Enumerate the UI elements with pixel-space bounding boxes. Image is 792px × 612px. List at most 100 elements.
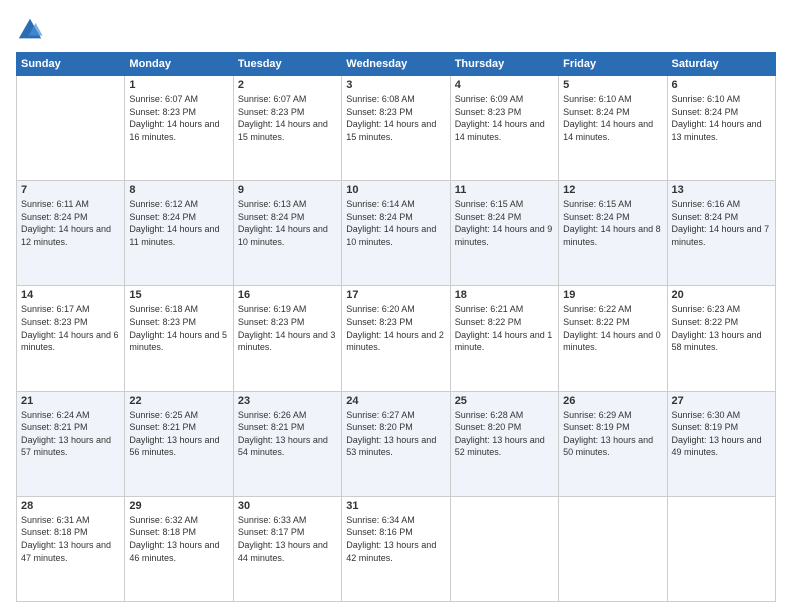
day-number: 8: [129, 184, 228, 196]
sunset-label: Sunset: 8:24 PM: [346, 212, 413, 222]
day-number: 16: [238, 289, 337, 301]
day-number: 4: [455, 79, 554, 91]
day-info: Sunrise: 6:26 AM Sunset: 8:21 PM Dayligh…: [238, 409, 337, 459]
daylight-label: Daylight: 13 hours and 58 minutes.: [672, 330, 762, 353]
day-number: 23: [238, 395, 337, 407]
day-info: Sunrise: 6:31 AM Sunset: 8:18 PM Dayligh…: [21, 514, 120, 564]
sunrise-label: Sunrise: 6:34 AM: [346, 515, 415, 525]
daylight-label: Daylight: 14 hours and 0 minutes.: [563, 330, 661, 353]
sunset-label: Sunset: 8:22 PM: [672, 317, 739, 327]
sunset-label: Sunset: 8:24 PM: [238, 212, 305, 222]
sunset-label: Sunset: 8:23 PM: [346, 317, 413, 327]
sunrise-label: Sunrise: 6:17 AM: [21, 304, 90, 314]
day-info: Sunrise: 6:24 AM Sunset: 8:21 PM Dayligh…: [21, 409, 120, 459]
day-info: Sunrise: 6:12 AM Sunset: 8:24 PM Dayligh…: [129, 198, 228, 248]
sunset-label: Sunset: 8:18 PM: [21, 527, 88, 537]
calendar-cell: 24 Sunrise: 6:27 AM Sunset: 8:20 PM Dayl…: [342, 391, 450, 496]
daylight-label: Daylight: 14 hours and 6 minutes.: [21, 330, 119, 353]
daylight-label: Daylight: 13 hours and 46 minutes.: [129, 540, 219, 563]
day-number: 9: [238, 184, 337, 196]
day-number: 28: [21, 500, 120, 512]
daylight-label: Daylight: 14 hours and 9 minutes.: [455, 224, 553, 247]
calendar-cell: [667, 496, 775, 601]
sunrise-label: Sunrise: 6:32 AM: [129, 515, 198, 525]
calendar-cell: 3 Sunrise: 6:08 AM Sunset: 8:23 PM Dayli…: [342, 76, 450, 181]
calendar-week-row: 1 Sunrise: 6:07 AM Sunset: 8:23 PM Dayli…: [17, 76, 776, 181]
day-info: Sunrise: 6:08 AM Sunset: 8:23 PM Dayligh…: [346, 93, 445, 143]
day-number: 11: [455, 184, 554, 196]
calendar-cell: 28 Sunrise: 6:31 AM Sunset: 8:18 PM Dayl…: [17, 496, 125, 601]
day-info: Sunrise: 6:33 AM Sunset: 8:17 PM Dayligh…: [238, 514, 337, 564]
daylight-label: Daylight: 14 hours and 15 minutes.: [346, 119, 436, 142]
calendar-cell: 10 Sunrise: 6:14 AM Sunset: 8:24 PM Dayl…: [342, 181, 450, 286]
day-info: Sunrise: 6:29 AM Sunset: 8:19 PM Dayligh…: [563, 409, 662, 459]
day-number: 25: [455, 395, 554, 407]
sunset-label: Sunset: 8:24 PM: [563, 107, 630, 117]
day-info: Sunrise: 6:10 AM Sunset: 8:24 PM Dayligh…: [563, 93, 662, 143]
calendar-week-row: 7 Sunrise: 6:11 AM Sunset: 8:24 PM Dayli…: [17, 181, 776, 286]
sunset-label: Sunset: 8:23 PM: [455, 107, 522, 117]
calendar-cell: 31 Sunrise: 6:34 AM Sunset: 8:16 PM Dayl…: [342, 496, 450, 601]
header: [16, 16, 776, 44]
calendar-cell: 18 Sunrise: 6:21 AM Sunset: 8:22 PM Dayl…: [450, 286, 558, 391]
calendar-cell: 4 Sunrise: 6:09 AM Sunset: 8:23 PM Dayli…: [450, 76, 558, 181]
sunset-label: Sunset: 8:23 PM: [238, 317, 305, 327]
sunset-label: Sunset: 8:21 PM: [21, 422, 88, 432]
logo: [16, 16, 46, 44]
day-info: Sunrise: 6:22 AM Sunset: 8:22 PM Dayligh…: [563, 303, 662, 353]
sunrise-label: Sunrise: 6:30 AM: [672, 410, 741, 420]
day-info: Sunrise: 6:23 AM Sunset: 8:22 PM Dayligh…: [672, 303, 771, 353]
daylight-label: Daylight: 13 hours and 44 minutes.: [238, 540, 328, 563]
day-number: 20: [672, 289, 771, 301]
calendar-table: SundayMondayTuesdayWednesdayThursdayFrid…: [16, 52, 776, 602]
day-number: 14: [21, 289, 120, 301]
sunset-label: Sunset: 8:24 PM: [455, 212, 522, 222]
weekday-header: Sunday: [17, 53, 125, 76]
sunrise-label: Sunrise: 6:27 AM: [346, 410, 415, 420]
sunset-label: Sunset: 8:23 PM: [238, 107, 305, 117]
calendar-week-row: 14 Sunrise: 6:17 AM Sunset: 8:23 PM Dayl…: [17, 286, 776, 391]
daylight-label: Daylight: 13 hours and 52 minutes.: [455, 435, 545, 458]
calendar-cell: 26 Sunrise: 6:29 AM Sunset: 8:19 PM Dayl…: [559, 391, 667, 496]
calendar-cell: [450, 496, 558, 601]
sunset-label: Sunset: 8:16 PM: [346, 527, 413, 537]
weekday-header: Saturday: [667, 53, 775, 76]
day-number: 7: [21, 184, 120, 196]
daylight-label: Daylight: 13 hours and 54 minutes.: [238, 435, 328, 458]
calendar-cell: [17, 76, 125, 181]
sunrise-label: Sunrise: 6:10 AM: [563, 94, 632, 104]
day-info: Sunrise: 6:20 AM Sunset: 8:23 PM Dayligh…: [346, 303, 445, 353]
day-number: 30: [238, 500, 337, 512]
logo-icon: [16, 16, 44, 44]
sunset-label: Sunset: 8:22 PM: [455, 317, 522, 327]
daylight-label: Daylight: 13 hours and 57 minutes.: [21, 435, 111, 458]
sunset-label: Sunset: 8:24 PM: [563, 212, 630, 222]
calendar-week-row: 21 Sunrise: 6:24 AM Sunset: 8:21 PM Dayl…: [17, 391, 776, 496]
day-number: 31: [346, 500, 445, 512]
calendar-cell: [559, 496, 667, 601]
daylight-label: Daylight: 13 hours and 56 minutes.: [129, 435, 219, 458]
sunrise-label: Sunrise: 6:13 AM: [238, 199, 307, 209]
calendar-cell: 12 Sunrise: 6:15 AM Sunset: 8:24 PM Dayl…: [559, 181, 667, 286]
sunset-label: Sunset: 8:23 PM: [21, 317, 88, 327]
day-number: 1: [129, 79, 228, 91]
weekday-header: Wednesday: [342, 53, 450, 76]
calendar-week-row: 28 Sunrise: 6:31 AM Sunset: 8:18 PM Dayl…: [17, 496, 776, 601]
day-info: Sunrise: 6:32 AM Sunset: 8:18 PM Dayligh…: [129, 514, 228, 564]
day-info: Sunrise: 6:25 AM Sunset: 8:21 PM Dayligh…: [129, 409, 228, 459]
daylight-label: Daylight: 14 hours and 7 minutes.: [672, 224, 770, 247]
sunrise-label: Sunrise: 6:29 AM: [563, 410, 632, 420]
sunrise-label: Sunrise: 6:19 AM: [238, 304, 307, 314]
sunrise-label: Sunrise: 6:12 AM: [129, 199, 198, 209]
daylight-label: Daylight: 13 hours and 42 minutes.: [346, 540, 436, 563]
sunset-label: Sunset: 8:18 PM: [129, 527, 196, 537]
day-number: 15: [129, 289, 228, 301]
day-number: 6: [672, 79, 771, 91]
calendar-cell: 29 Sunrise: 6:32 AM Sunset: 8:18 PM Dayl…: [125, 496, 233, 601]
calendar-cell: 19 Sunrise: 6:22 AM Sunset: 8:22 PM Dayl…: [559, 286, 667, 391]
day-info: Sunrise: 6:27 AM Sunset: 8:20 PM Dayligh…: [346, 409, 445, 459]
calendar-cell: 5 Sunrise: 6:10 AM Sunset: 8:24 PM Dayli…: [559, 76, 667, 181]
day-number: 21: [21, 395, 120, 407]
day-number: 29: [129, 500, 228, 512]
day-number: 13: [672, 184, 771, 196]
